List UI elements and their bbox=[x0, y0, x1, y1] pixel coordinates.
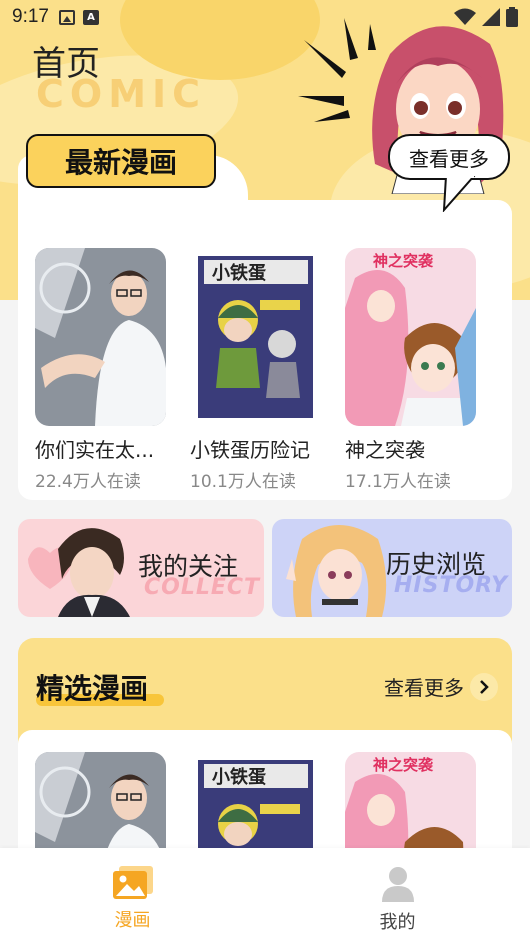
comic-card[interactable]: 小铁蛋 bbox=[190, 752, 321, 848]
follow-character-illustration bbox=[28, 528, 130, 617]
history-label: 历史浏览 bbox=[386, 550, 487, 579]
cover-caption: 神之突袭 bbox=[373, 756, 434, 774]
comic-card[interactable]: 神之突袭 bbox=[345, 752, 476, 848]
featured-comic-list: 小铁蛋 神之突袭 bbox=[35, 752, 476, 848]
anime-heroes-cover: 神之突袭 bbox=[345, 752, 476, 848]
bubble-tail-icon bbox=[442, 176, 476, 212]
man-in-white-shirt-cover bbox=[35, 248, 166, 426]
featured-title: 精选漫画 bbox=[36, 672, 149, 705]
comic-readers: 10.1万人在读 bbox=[190, 472, 296, 492]
comic-card[interactable] bbox=[35, 752, 166, 848]
comic-title: 你们实在太... bbox=[35, 438, 155, 462]
comic-readers: 17.1万人在读 bbox=[345, 472, 451, 492]
svg-text:小铁蛋: 小铁蛋 bbox=[212, 262, 266, 284]
comic-card[interactable]: 你们实在太... 22.4万人在读 bbox=[35, 248, 166, 492]
gallery-notification-icon bbox=[58, 9, 75, 25]
featured-see-more-button[interactable]: 查看更多 bbox=[384, 672, 498, 701]
svg-text:小铁蛋: 小铁蛋 bbox=[212, 766, 266, 788]
comic-readers: 22.4万人在读 bbox=[35, 472, 141, 492]
comic-card[interactable]: 神之突袭 神之突袭 17.1万人在读 bbox=[345, 248, 476, 492]
a-notification-icon: A bbox=[82, 9, 99, 25]
nav-label-comics: 漫画 bbox=[114, 910, 151, 931]
nav-tab-comics[interactable]: 漫画 bbox=[0, 848, 265, 942]
nav-tab-mine[interactable]: 我的 bbox=[265, 848, 530, 942]
nav-label-mine: 我的 bbox=[379, 912, 416, 933]
status-time: 9:17 bbox=[12, 6, 49, 27]
boy-adventure-cover: 小铁蛋 bbox=[190, 752, 321, 848]
latest-comic-list: 你们实在太... 22.4万人在读 小铁蛋 小铁蛋历险记 10.1万人在读 神之… bbox=[35, 248, 476, 492]
man-in-white-shirt-cover bbox=[35, 752, 166, 848]
comic-title: 神之突袭 bbox=[345, 438, 425, 462]
user-icon bbox=[381, 867, 414, 902]
latest-section-label: 最新漫画 bbox=[26, 134, 216, 188]
latest-see-more-button[interactable]: 查看更多 bbox=[388, 134, 510, 180]
anime-heroes-cover: 神之突袭 bbox=[345, 248, 476, 426]
bottom-navigation: 漫画 我的 bbox=[0, 848, 530, 942]
comic-decor-text: COMIC bbox=[36, 72, 207, 116]
comic-card[interactable]: 小铁蛋 小铁蛋历险记 10.1万人在读 bbox=[190, 248, 321, 492]
history-character-illustration bbox=[286, 525, 387, 617]
chevron-right-icon bbox=[470, 672, 498, 701]
history-button[interactable]: HISTORY 历史浏览 bbox=[272, 519, 512, 617]
boy-adventure-cover: 小铁蛋 bbox=[190, 248, 321, 426]
comic-title: 小铁蛋历险记 bbox=[190, 438, 310, 462]
cover-caption: 神之突袭 bbox=[373, 252, 434, 270]
image-gallery-icon bbox=[112, 866, 153, 899]
my-follow-button[interactable]: COLLECT 我的关注 bbox=[18, 519, 264, 617]
follow-label: 我的关注 bbox=[138, 552, 239, 581]
featured-see-more-label: 查看更多 bbox=[384, 676, 464, 700]
